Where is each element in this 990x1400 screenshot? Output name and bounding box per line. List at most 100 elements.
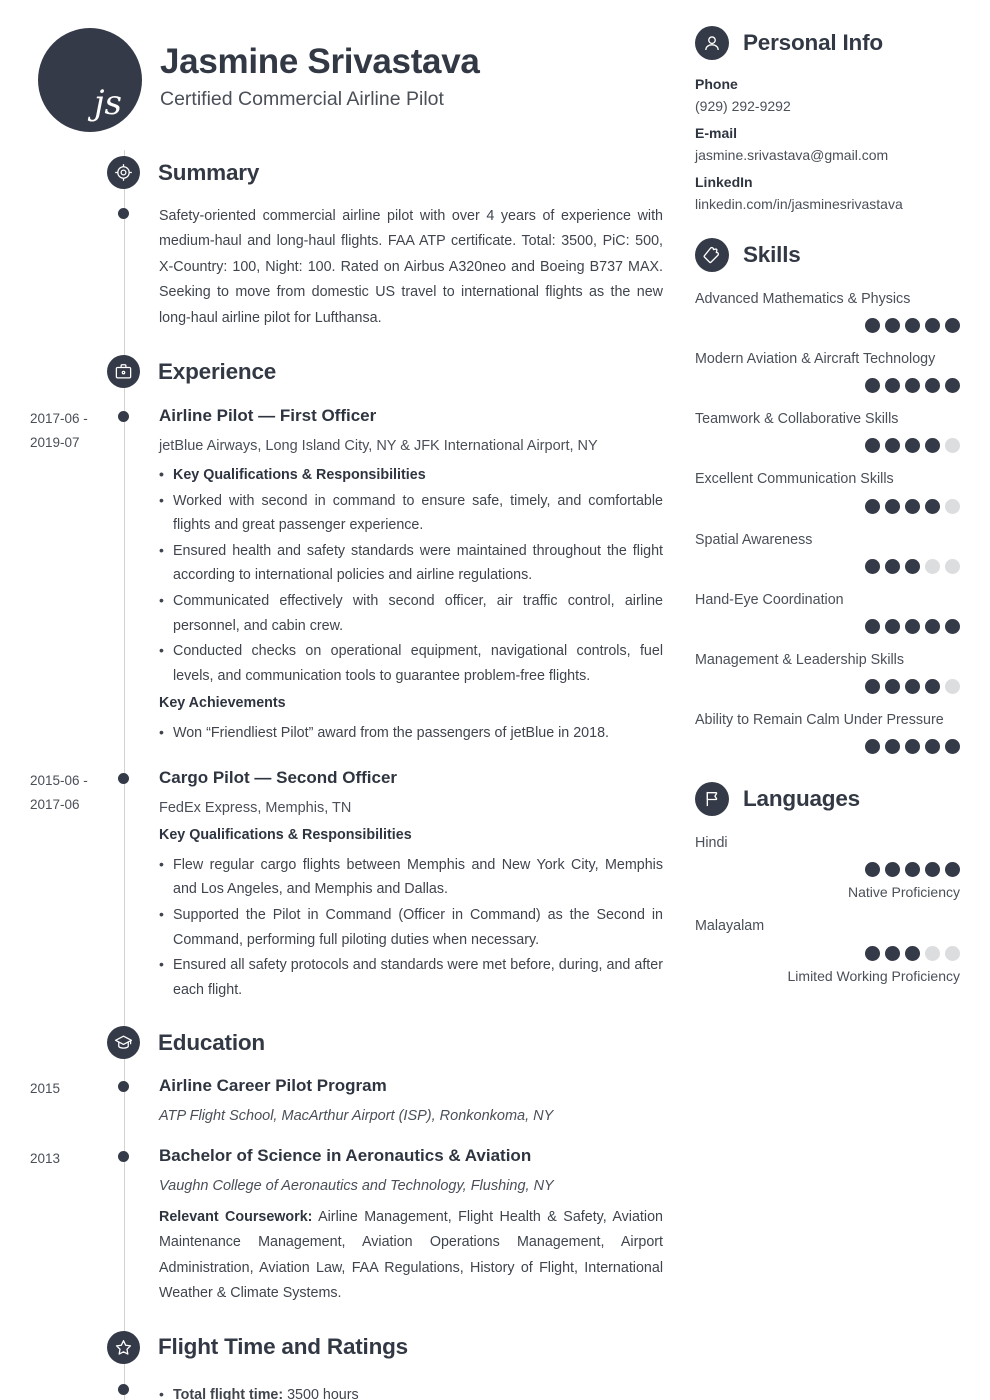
- section-header-education: Education: [0, 1026, 690, 1060]
- section-header-flight-time: Flight Time and Ratings: [0, 1330, 690, 1364]
- timeline-dot: [118, 208, 129, 219]
- flag-icon: [695, 782, 729, 817]
- job-body: Airline Pilot — First Officer jetBlue Ai…: [124, 405, 690, 745]
- rating-dot-filled: [905, 679, 920, 695]
- education-title: Airline Career Pilot Program: [159, 1076, 387, 1096]
- coursework-label: Relevant Coursework:: [159, 1208, 313, 1225]
- field-value[interactable]: linkedin.com/in/jasminesrivastava: [695, 196, 960, 212]
- person-icon: [695, 26, 729, 60]
- resume-page: js Jasmine Srivastava Certified Commerci…: [0, 0, 990, 1400]
- rating-dot-empty: [945, 945, 960, 961]
- job-achievements-heading: Key Achievements: [159, 695, 286, 712]
- personal-info-field: Phone (929) 292-9292: [695, 76, 960, 114]
- rating-dot-filled: [865, 679, 880, 695]
- job-bullet: Ensured health and safety standards were…: [159, 538, 663, 588]
- personal-info-field: LinkedIn linkedin.com/in/jasminesrivasta…: [695, 174, 960, 212]
- summary-dates: [0, 202, 124, 331]
- rating-dot-filled: [885, 739, 900, 755]
- rating-dot-filled: [905, 318, 920, 334]
- rating-dot-filled: [925, 862, 940, 878]
- rating-dot-filled: [885, 558, 900, 574]
- rating-dot-filled: [905, 498, 920, 514]
- education-school: Vaughn College of Aeronautics and Techno…: [159, 1178, 554, 1195]
- flight-time-label: Total flight time:: [173, 1386, 284, 1400]
- job-bullet: Supported the Pilot in Command (Officer …: [159, 902, 663, 952]
- rating-dot-filled: [925, 438, 940, 454]
- rating-dot-filled: [905, 739, 920, 755]
- experience-entry: 2017-06 - 2019-07 Airline Pilot — First …: [0, 405, 690, 745]
- section-header-personal-info: Personal Info: [695, 26, 960, 60]
- skill-item: Ability to Remain Calm Under Pressure: [695, 709, 960, 755]
- summary-text: Safety-oriented commercial airline pilot…: [159, 208, 663, 326]
- education-title: Bachelor of Science in Aeronautics & Avi…: [159, 1146, 532, 1166]
- briefcase-icon: [107, 355, 140, 389]
- rating-dot-filled: [925, 378, 940, 394]
- rating-dot-filled: [885, 618, 900, 634]
- section-header-experience: Experience: [0, 355, 690, 389]
- name-block: Jasmine Srivastava Certified Commercial …: [160, 28, 480, 111]
- job-qualifications-heading: Key Qualifications & Responsibilities: [159, 827, 412, 844]
- field-value[interactable]: jasmine.srivastava@gmail.com: [695, 147, 960, 163]
- rating-dot-filled: [925, 679, 940, 695]
- section-title-flight-time: Flight Time and Ratings: [158, 1334, 408, 1360]
- rating-dot-empty: [945, 498, 960, 514]
- rating-dot-filled: [885, 862, 900, 878]
- job-bullet: Worked with second in command to ensure …: [159, 488, 663, 538]
- flight-time-item: Total flight time: 3500 hours: [159, 1382, 663, 1400]
- rating-dot-filled: [925, 498, 940, 514]
- education-body: Airline Career Pilot Program ATP Flight …: [124, 1075, 690, 1128]
- job-bullet: Flew regular cargo flights between Memph…: [159, 852, 663, 902]
- section-header-languages: Languages: [695, 782, 960, 817]
- flight-time-value: 3500 hours: [287, 1386, 359, 1400]
- language-item: Malayalam Limited Working Proficiency: [695, 915, 960, 984]
- job-title: Certified Commercial Airline Pilot: [160, 88, 444, 111]
- rating-dot-empty: [945, 558, 960, 574]
- rating-dot-filled: [865, 438, 880, 454]
- rating-dot-filled: [945, 618, 960, 634]
- rating-dot-filled: [865, 378, 880, 394]
- skill-item: Excellent Communication Skills: [695, 468, 960, 514]
- field-label: E-mail: [695, 125, 738, 141]
- skill-rating: [695, 618, 960, 634]
- rating-dot-filled: [905, 862, 920, 878]
- skill-item: Management & Leadership Skills: [695, 649, 960, 695]
- skill-item: Hand-Eye Coordination: [695, 589, 960, 634]
- job-dates: 2015-06 - 2017-06: [30, 773, 88, 813]
- field-value[interactable]: (929) 292-9292: [695, 98, 960, 114]
- rating-dot-filled: [865, 862, 880, 878]
- rating-dot-filled: [925, 618, 940, 634]
- skill-rating: [695, 558, 960, 574]
- rating-dot-filled: [885, 679, 900, 695]
- rating-dot-filled: [905, 558, 920, 574]
- rating-dot-filled: [865, 498, 880, 514]
- job-body: Cargo Pilot — Second Officer FedEx Expre…: [124, 767, 690, 1002]
- education-dates: 2015: [30, 1081, 61, 1097]
- rating-dot-filled: [865, 739, 880, 755]
- education-school: ATP Flight School, MacArthur Airport (IS…: [159, 1108, 554, 1125]
- section-title-education: Education: [158, 1029, 265, 1055]
- rating-dot-empty: [925, 558, 940, 574]
- avatar-monogram: js: [94, 83, 122, 123]
- section-title-skills: Skills: [743, 242, 801, 267]
- flight-time-body: Total flight time: 3500 hours As Pilot i…: [124, 1378, 690, 1400]
- education-coursework: Relevant Coursework: Airline Management,…: [159, 1205, 663, 1307]
- rating-dot-filled: [945, 378, 960, 394]
- skill-rating: [695, 739, 960, 755]
- job-achievement: Won “Friendliest Pilot” award from the p…: [159, 720, 663, 746]
- skill-item: Spatial Awareness: [695, 529, 960, 574]
- resume-header: js Jasmine Srivastava Certified Commerci…: [0, 0, 690, 132]
- skill-name: Management & Leadership Skills: [695, 651, 905, 668]
- skill-item: Teamwork & Collaborative Skills: [695, 408, 960, 454]
- rating-dot-filled: [905, 618, 920, 634]
- language-item: Hindi Native Proficiency: [695, 832, 960, 900]
- rating-dot-filled: [865, 558, 880, 574]
- section-title-experience: Experience: [158, 358, 277, 384]
- main-column: js Jasmine Srivastava Certified Commerci…: [0, 0, 690, 1400]
- flight-time-list: Total flight time: 3500 hours As Pilot i…: [159, 1382, 663, 1400]
- rating-dot-filled: [865, 318, 880, 334]
- puzzle-icon: [695, 238, 729, 272]
- section-title-languages: Languages: [743, 786, 860, 812]
- rating-dot-empty: [945, 438, 960, 454]
- flight-time-entry: Total flight time: 3500 hours As Pilot i…: [0, 1378, 690, 1400]
- education-entry: 2015 Airline Career Pilot Program ATP Fl…: [0, 1075, 690, 1128]
